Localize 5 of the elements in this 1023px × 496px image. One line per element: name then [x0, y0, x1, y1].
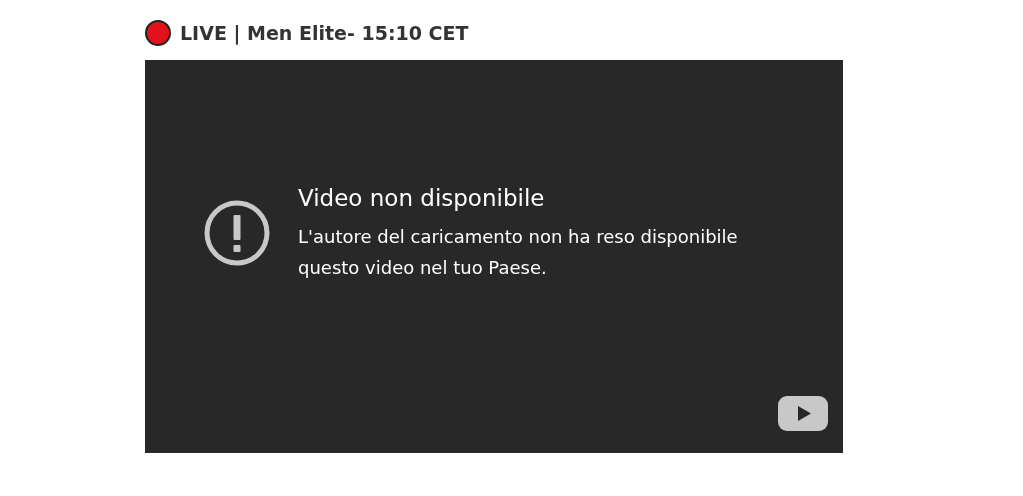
- warning-icon: [203, 199, 271, 267]
- stream-title: LIVE | Men Elite- 15:10 CET: [180, 20, 469, 47]
- error-title: Video non disponibile: [298, 184, 546, 213]
- play-logo-icon[interactable]: [778, 396, 828, 431]
- error-message: L'autore del caricamento non ha reso disponibile questo video nel tuo Paese.: [298, 225, 739, 280]
